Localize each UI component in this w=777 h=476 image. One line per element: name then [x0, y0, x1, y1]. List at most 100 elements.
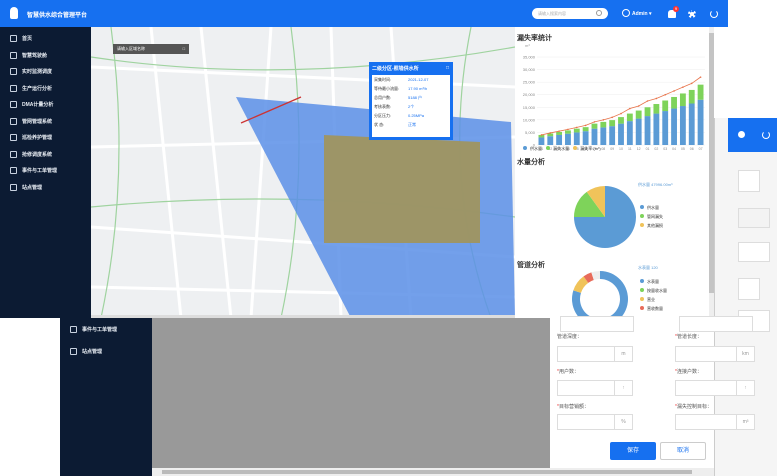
pipe-icon — [10, 117, 17, 125]
y-tick-label: 30,000 — [523, 67, 536, 72]
bar-supply — [556, 134, 563, 145]
bar-chart-icon — [10, 84, 17, 92]
lower-sidebar-item-0[interactable]: 事件与工单管理 — [70, 326, 118, 334]
popup-key: 考核表数: — [374, 104, 392, 109]
connections-stepper-icon[interactable]: ↑ — [736, 381, 754, 395]
sidebar-item-1[interactable]: 智慧驾驶舱 — [10, 51, 47, 59]
bar-leak — [582, 127, 589, 132]
x-tick-label: 01 — [646, 147, 650, 151]
popup-value: 2021-12-07 — [408, 77, 429, 82]
power-icon[interactable] — [710, 10, 718, 18]
popup-value: 17.90 m³/h — [408, 86, 428, 91]
pipe-length-label: *管道长度： — [675, 334, 702, 340]
top-field-b[interactable] — [679, 316, 753, 332]
sidebar-item-5[interactable]: 管网管理系统 — [10, 117, 52, 125]
pipe-depth-input[interactable]: m — [557, 346, 633, 362]
bar-leak — [697, 84, 704, 100]
leak-rate-point — [629, 107, 631, 110]
target-text: 目标营销额： — [558, 404, 589, 410]
x-tick-label: 11 — [628, 147, 632, 151]
water-note: 供水量 47996.00m³ — [638, 182, 673, 187]
sidebar-item-2[interactable]: 实时监测调度 — [10, 68, 52, 76]
popup-row: 状 态: 正常 — [374, 122, 448, 131]
sidebar-item-0[interactable]: 首页 — [10, 35, 32, 43]
lower-hscroll[interactable] — [152, 468, 714, 476]
lower-sidebar-label: 事件与工单管理 — [82, 327, 118, 333]
sidebar-item-label: DMA计量分析 — [22, 102, 54, 108]
x-tick-label: 08 — [601, 147, 605, 151]
bar-leak — [573, 128, 580, 133]
user-avatar-icon[interactable] — [622, 9, 630, 17]
popup-rows: 采集时间: 2021-12-07 等待最小流量: 17.90 m³/h 总用户数: 518… — [372, 75, 450, 137]
water-title: 水量分析 — [517, 159, 545, 166]
bar-supply — [662, 111, 669, 145]
sidebar-item-3[interactable]: 生产运行分析 — [10, 84, 52, 92]
search-icon[interactable] — [596, 10, 602, 16]
water-legend-0: 供水量 — [647, 205, 659, 210]
leak-rate-point — [602, 119, 605, 121]
connections-input[interactable]: ↑ — [675, 380, 755, 396]
y-tick-label: 25,000 — [523, 80, 536, 85]
gear-icon[interactable] — [688, 10, 696, 18]
bar-supply — [679, 106, 686, 145]
legend-supply: 供水量 — [530, 146, 542, 151]
popup-row: 采集时间: 2021-12-07 — [374, 77, 448, 86]
region-search-input[interactable]: 请输入区域名称 □ — [113, 44, 189, 54]
popup-value: 0.25MPa — [408, 113, 425, 118]
sidebar-item-6[interactable]: 巡检养护管理 — [10, 134, 53, 142]
cancel-button[interactable]: 取消 — [660, 442, 706, 460]
bar-leak — [662, 100, 669, 112]
pipe-length-input[interactable]: km — [675, 346, 755, 362]
user-menu[interactable]: Admin ▾ — [632, 11, 651, 17]
sidebar-item-4[interactable]: DMA计量分析 — [10, 101, 54, 109]
leak-rate-point — [549, 132, 552, 134]
bar-leak — [609, 120, 616, 127]
bar-supply — [644, 116, 651, 145]
right-panel: 漏失率统计 m³ 35,000 30,000 25,000 20,000 15,000 1… — [515, 27, 710, 318]
ticket-icon — [70, 326, 77, 334]
lower-sidebar-item-1[interactable]: 站点管理 — [70, 348, 103, 356]
popup-close-icon[interactable]: □ — [446, 65, 449, 71]
bar-supply — [582, 131, 589, 145]
users-text: 用户数： — [558, 369, 579, 375]
pipe-legend-1: 按量收水量 — [647, 288, 667, 293]
home-icon — [10, 35, 17, 43]
bar-leak — [547, 133, 554, 137]
bar-supply — [618, 123, 624, 145]
bar-leak — [671, 96, 677, 109]
bar-supply — [547, 136, 554, 145]
sidebar-item-9[interactable]: 站点管理 — [10, 183, 43, 191]
top-field-a[interactable] — [560, 316, 634, 332]
unit-m3: m³ — [736, 415, 754, 429]
bar-supply — [653, 113, 660, 145]
leak-target-text: 漏失控制目标： — [676, 404, 712, 410]
bar-leak — [679, 93, 686, 107]
sidebar-item-label: 站点管理 — [22, 184, 43, 191]
water-legend-1: 管网漏失 — [647, 214, 663, 219]
leak-rate-point — [593, 121, 596, 123]
users-stepper-icon[interactable]: ↑ — [614, 381, 632, 395]
app-title: 智慧供水综合管理平台 — [27, 13, 88, 19]
sidebar-item-label: 巡检养护管理 — [22, 135, 53, 141]
clear-icon[interactable]: □ — [183, 46, 185, 51]
sidebar-item-7[interactable]: 抢修调度系统 — [10, 150, 52, 158]
map-panel[interactable]: 请输入区域名称 □ 二级分区-照墙供水所 □ 采集时间: 2021-12-07 等待最… — [91, 27, 515, 318]
x-tick-label: 06 — [690, 147, 694, 151]
bar-leak — [600, 121, 607, 128]
save-button[interactable]: 保存 — [610, 442, 656, 460]
users-input[interactable]: ↑ — [557, 380, 633, 396]
notify-badge: 9 — [673, 6, 679, 12]
leak-target-input[interactable]: m³ — [675, 414, 755, 430]
pipe-legend-3: 营收数量 — [647, 306, 663, 311]
target-input[interactable]: % — [557, 414, 633, 430]
x-tick-label: 07 — [699, 147, 703, 151]
leak-rate-point — [558, 130, 560, 132]
leak-legend: 供水量 漏失水量 漏失率 (m³) — [523, 146, 601, 152]
leak-rate-point — [673, 90, 675, 92]
popup-key: 分区压力: — [374, 113, 392, 118]
lower-sidebar-label: 站点管理 — [82, 349, 103, 355]
dashboard-icon — [10, 51, 17, 59]
bar-supply — [565, 133, 571, 145]
unit-pct: % — [614, 415, 632, 429]
sidebar-item-8[interactable]: 事件与工单管理 — [10, 167, 57, 175]
